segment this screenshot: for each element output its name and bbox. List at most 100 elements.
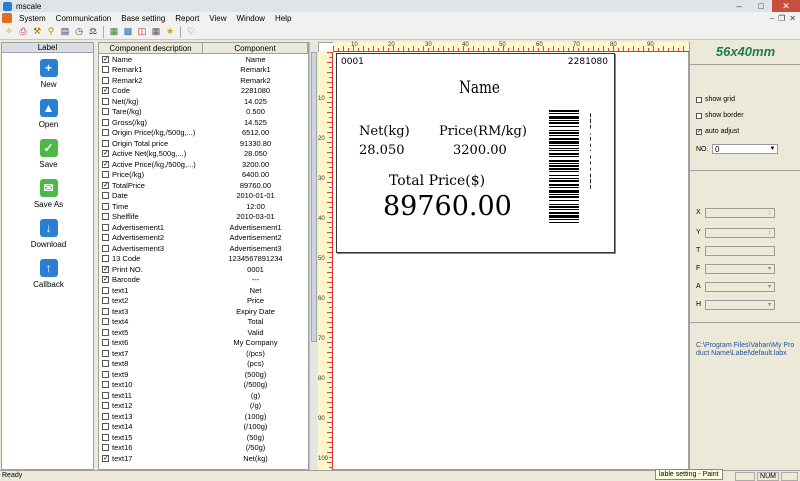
checkbox-checked-icon[interactable]: ✓ [102,160,109,168]
checkbox-icon[interactable] [102,370,109,378]
row-component[interactable]: 12:00 [203,202,308,211]
table-row[interactable]: text14 (/100g) [99,422,308,433]
checkbox-icon[interactable] [102,297,109,305]
row-component[interactable]: Total [203,317,308,326]
row-component[interactable]: 14.525 [203,118,308,127]
app-menu-icon[interactable] [2,13,12,23]
table-row[interactable]: text16 (/50g) [99,443,308,454]
table-scrollbar[interactable] [309,42,317,470]
menu-report[interactable]: Report [170,14,204,23]
table-row[interactable]: Advertisement3 Advertisement3 [99,243,308,254]
field-input-x[interactable]: ↕ [705,208,775,218]
table-row[interactable]: text8 (pcs) [99,359,308,370]
barcode-icon[interactable]: ▦ [108,26,120,38]
graph-icon[interactable]: ◫ [136,26,148,38]
table-row[interactable]: Shelflife 2010-03-01 [99,212,308,223]
row-component[interactable]: 91330.80 [203,139,308,148]
checkbox-icon[interactable] [102,423,109,431]
callback-button[interactable]: ↑ Callback [2,259,95,289]
table-row[interactable]: ✓ Barcode --- [99,275,308,286]
row-component[interactable]: (/pcs) [203,349,308,358]
calendar-icon[interactable]: ▦ [150,26,162,38]
field-input-h[interactable]: ▾ [705,300,775,310]
table-row[interactable]: text9 (500g) [99,369,308,380]
checkbox-checked-icon[interactable]: ✓ [696,128,702,135]
row-component[interactable]: 6512.00 [203,128,308,137]
save-button[interactable]: ✓ Save [2,139,95,169]
key-icon[interactable]: ⚲ [45,26,57,38]
label-preview[interactable]: 0001 2281080 Name Net(kg) Price(RM/kg) 2… [336,53,615,253]
table-row[interactable]: Tare(/kg) 0.500 [99,107,308,118]
checkbox-icon[interactable] [102,171,109,179]
row-component[interactable]: (100g) [203,412,308,421]
label-net-caption[interactable]: Net(kg) [359,124,410,139]
row-component[interactable]: 0.500 [203,107,308,116]
checkbox-icon[interactable] [102,412,109,420]
label-price-value[interactable]: 3200.00 [453,143,507,158]
table-row[interactable]: ✓ Code 2281080 [99,86,308,97]
checkbox-icon[interactable] [102,244,109,252]
show-grid-checkbox[interactable]: show grid [696,96,735,103]
scale-icon[interactable]: ⚖ [87,26,99,38]
row-component[interactable]: (/100g) [203,422,308,431]
table-row[interactable]: text2 Price [99,296,308,307]
row-component[interactable]: (/500g) [203,380,308,389]
close-icon[interactable]: ✕ [772,0,800,12]
menu-system[interactable]: System [14,14,51,23]
chevron-down-icon[interactable]: ▾ [765,265,774,273]
chevron-down-icon[interactable]: ▼ [768,145,777,153]
row-component[interactable]: Price [203,296,308,305]
table-row[interactable]: text1 Net [99,285,308,296]
row-component[interactable]: 3200.00 [203,160,308,169]
download-button[interactable]: ↓ Download [2,219,95,249]
table-row[interactable]: Advertisement1 Advertisement1 [99,222,308,233]
row-component[interactable]: (/g) [203,401,308,410]
checkbox-icon[interactable] [102,433,109,441]
checkbox-icon[interactable] [102,66,109,74]
checkbox-icon[interactable] [102,444,109,452]
checkbox-icon[interactable] [102,129,109,137]
row-component[interactable]: 1234567891234 [203,254,308,263]
column-header-component[interactable]: Component [203,43,308,53]
open-button[interactable]: ▲ Open [2,99,95,129]
menu-view[interactable]: View [204,14,231,23]
checkbox-icon[interactable] [102,76,109,84]
table-row[interactable]: text15 (50g) [99,432,308,443]
menu-communication[interactable]: Communication [51,14,117,23]
table-row[interactable]: text3 Expiry Date [99,306,308,317]
checkbox-icon[interactable] [102,255,109,263]
checkbox-checked-icon[interactable]: ✓ [102,150,109,158]
checkbox-checked-icon[interactable]: ✓ [102,454,109,462]
menu-base-setting[interactable]: Base setting [116,14,170,23]
document-icon[interactable]: ▤ [59,26,71,38]
checkbox-checked-icon[interactable]: ✓ [102,87,109,95]
label-net-value[interactable]: 28.050 [359,143,405,158]
row-component[interactable]: 6400.00 [203,170,308,179]
checkbox-icon[interactable] [102,139,109,147]
checkbox-icon[interactable] [102,349,109,357]
table-row[interactable]: text6 My Company [99,338,308,349]
table-row[interactable]: text10 (/500g) [99,380,308,391]
row-component[interactable]: Expiry Date [203,307,308,316]
tools-icon[interactable]: ⚒ [31,26,43,38]
checkbox-icon[interactable] [102,402,109,410]
data-icon[interactable]: ▩ [122,26,134,38]
label-price-caption[interactable]: Price(RM/kg) [439,124,527,139]
checkbox-icon[interactable] [102,360,109,368]
table-row[interactable]: text5 Valid [99,327,308,338]
label-code[interactable]: 2281080 [568,57,608,67]
spinner-icon[interactable]: ↕ [765,229,774,237]
field-input-y[interactable]: ↕ [705,228,775,238]
row-component[interactable]: 2010-01-01 [203,191,308,200]
table-row[interactable]: ✓ text17 Net(kg) [99,453,308,464]
row-component[interactable]: Remark2 [203,76,308,85]
checkbox-checked-icon[interactable]: ✓ [102,276,109,284]
new-icon[interactable]: ✧ [3,26,15,38]
row-component[interactable]: 2281080 [203,86,308,95]
row-component[interactable]: Advertisement2 [203,233,308,242]
checkbox-icon[interactable] [696,96,702,103]
row-component[interactable]: (50g) [203,433,308,442]
row-component[interactable]: Advertisement3 [203,244,308,253]
row-component[interactable]: 2010-03-01 [203,212,308,221]
row-component[interactable]: Name [203,55,308,64]
